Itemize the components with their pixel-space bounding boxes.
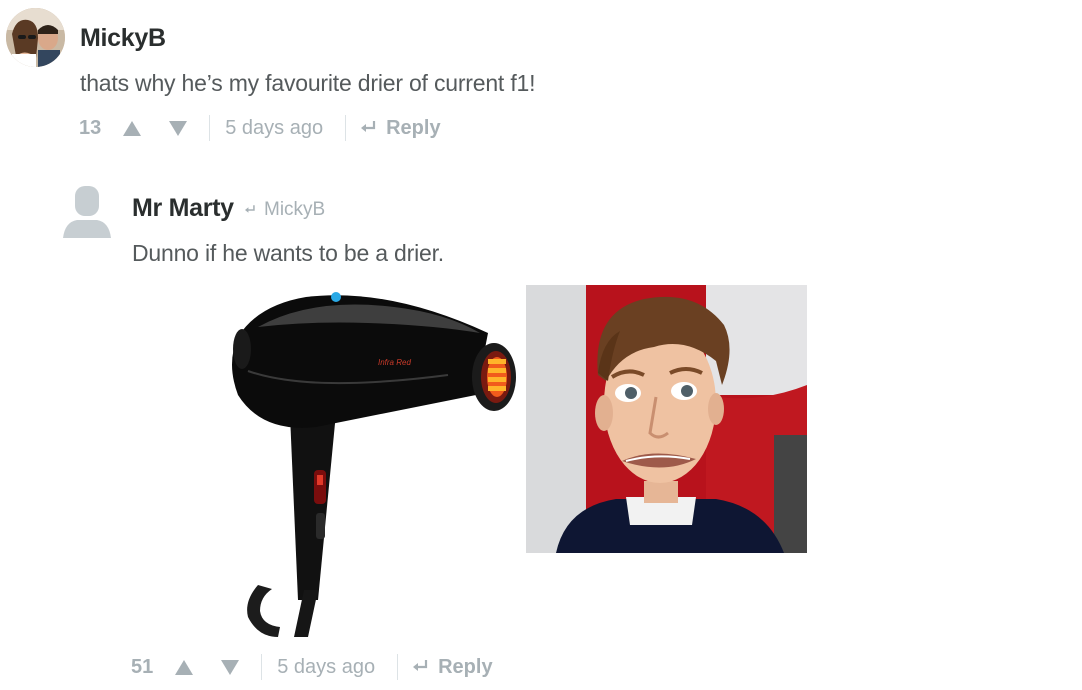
reply-button[interactable]: Reply: [413, 655, 493, 679]
reply-label: Reply: [438, 655, 493, 678]
timestamp[interactable]: 5 days ago: [277, 656, 375, 679]
reply-arrow-icon: [413, 660, 428, 671]
separator: [345, 115, 347, 141]
avatar-mickyb[interactable]: [6, 8, 65, 67]
face-photo-image: [526, 285, 807, 553]
hairdryer-image: Infra Red: [218, 285, 520, 640]
comment-author[interactable]: Mr Marty: [132, 194, 234, 223]
reply-arrow-icon: [245, 205, 255, 213]
comment-text: Dunno if he wants to be a drier.: [132, 240, 444, 266]
downvote-icon[interactable]: [221, 659, 240, 675]
downvote-icon[interactable]: [169, 120, 188, 136]
reply-arrow-icon: [361, 121, 376, 132]
vote-count: 51: [131, 655, 154, 678]
comment-footer: 13 5 days ago Reply: [79, 113, 441, 143]
upvote-icon[interactable]: [123, 120, 142, 136]
reply-button[interactable]: Reply: [361, 116, 441, 140]
separator: [397, 654, 399, 680]
vote-count: 13: [79, 116, 102, 139]
default-avatar-icon[interactable]: [63, 186, 111, 238]
reply-label: Reply: [386, 116, 441, 139]
comment-footer: 51 5 days ago Reply: [131, 652, 493, 682]
separator: [209, 115, 211, 141]
in-reply-to[interactable]: MickyB: [245, 199, 325, 221]
hairdryer-brand: Infra Red: [378, 358, 411, 367]
comment-text: thats why he’s my favourite drier of cur…: [80, 70, 536, 96]
timestamp[interactable]: 5 days ago: [225, 117, 323, 140]
upvote-icon[interactable]: [175, 659, 194, 675]
reply-to-user: MickyB: [264, 199, 326, 220]
comment-author[interactable]: MickyB: [80, 24, 166, 53]
separator: [261, 654, 263, 680]
